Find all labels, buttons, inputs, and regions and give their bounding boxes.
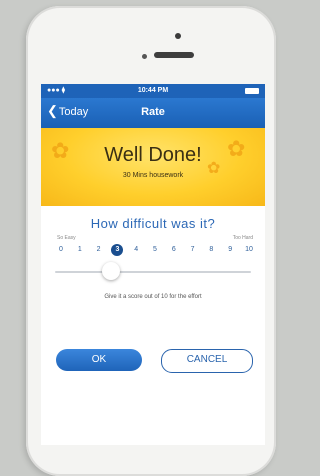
rating-option-10[interactable]: 10 bbox=[243, 244, 255, 256]
slider-thumb[interactable] bbox=[102, 262, 120, 280]
activity-subtitle: 30 Mins housework bbox=[122, 172, 184, 179]
battery-icon bbox=[245, 88, 259, 94]
scale-min-label: So Easy bbox=[57, 235, 76, 241]
rating-scale: 0 1 2 3 4 5 6 7 8 9 10 bbox=[55, 242, 255, 258]
earpiece-speaker bbox=[154, 52, 194, 58]
page-title: Rate bbox=[141, 106, 165, 118]
camera bbox=[142, 54, 147, 59]
hero-banner: ✿ ✿ ✿ Well Done! 30 Mins housework bbox=[41, 128, 265, 206]
rating-option-5[interactable]: 5 bbox=[149, 244, 161, 256]
rating-option-0[interactable]: 0 bbox=[55, 244, 67, 256]
rating-option-9[interactable]: 9 bbox=[224, 244, 236, 256]
rating-option-2[interactable]: 2 bbox=[93, 244, 105, 256]
ok-button[interactable]: OK bbox=[56, 349, 142, 371]
rating-option-1[interactable]: 1 bbox=[74, 244, 86, 256]
rating-hint: Give it a score out of 10 for the effort bbox=[104, 294, 202, 300]
congrats-title: Well Done! bbox=[104, 144, 202, 166]
app-screen: ●●● ⧫ 10:44 PM ❮Today Rate ✿ ✿ ✿ Well Do… bbox=[41, 84, 265, 445]
scale-max-label: Too Hard bbox=[232, 235, 253, 241]
navigation-bar: ❮Today Rate bbox=[41, 98, 265, 128]
sensor-dot bbox=[175, 33, 181, 39]
cancel-button[interactable]: CANCEL bbox=[161, 349, 253, 373]
rating-option-6[interactable]: 6 bbox=[168, 244, 180, 256]
slider-track[interactable] bbox=[55, 271, 251, 273]
rating-option-3[interactable]: 3 bbox=[111, 244, 124, 256]
difficulty-question: How difficult was it? bbox=[90, 216, 216, 231]
status-time: 10:44 PM bbox=[137, 87, 169, 94]
rating-option-7[interactable]: 7 bbox=[187, 244, 199, 256]
status-bar: ●●● ⧫ 10:44 PM bbox=[41, 84, 265, 98]
rating-option-4[interactable]: 4 bbox=[130, 244, 142, 256]
rating-option-8[interactable]: 8 bbox=[205, 244, 217, 256]
